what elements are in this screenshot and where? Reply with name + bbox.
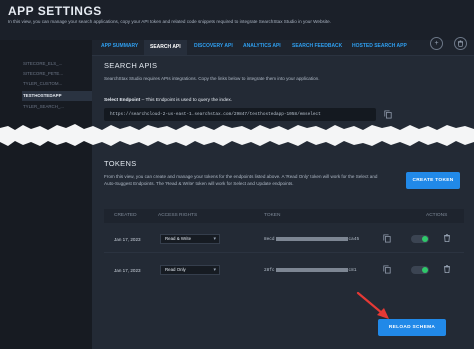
- tab-search-feedback[interactable]: SEARCH FEEDBACK: [292, 43, 342, 49]
- search-apis-description: SearchStax Studio requires APIs integrat…: [104, 76, 320, 81]
- token-row-2-access-select[interactable]: Read Only ▾: [160, 265, 220, 275]
- tokens-description: From this view, you can create and manag…: [104, 174, 378, 186]
- endpoint-url-field[interactable]: https://searchcloud-2-us-east-1.searchst…: [104, 108, 376, 121]
- page-subtitle: In this view, you can manage your search…: [8, 19, 331, 24]
- token-row-2-created: Jan 17, 2023: [114, 268, 141, 273]
- toggle-knob: [422, 267, 428, 273]
- plus-icon: +: [434, 40, 439, 47]
- token-row-2-access-value: Read Only: [165, 267, 186, 272]
- trash-icon[interactable]: [443, 233, 451, 243]
- sidebar: SITECORE_ELS_... SITECORE_PETE... TYLER_…: [0, 40, 92, 349]
- annotation-arrow: [356, 291, 389, 319]
- endpoint-label-strong: Select Endpoint: [104, 98, 141, 103]
- reload-schema-button[interactable]: RELOAD SCHEMA: [378, 319, 446, 336]
- tab-analytics-api[interactable]: ANALYTICS API: [243, 43, 281, 49]
- token-row-1-start: 8ecd: [264, 237, 275, 243]
- chevron-down-icon: ▾: [213, 267, 216, 273]
- token-row-1-end: ca45: [348, 237, 360, 243]
- tokens-title: TOKENS: [104, 159, 137, 168]
- sidebar-item-testhostedapp[interactable]: TESTHOSTEDAPP: [22, 91, 92, 101]
- delete-app-button[interactable]: [454, 37, 467, 50]
- column-access-rights: ACCESS RIGHTS: [158, 213, 198, 218]
- chevron-down-icon: ▾: [213, 236, 216, 242]
- endpoint-label-note: – This Endpoint is used to query the ind…: [140, 98, 233, 103]
- row-divider: [104, 252, 464, 253]
- tab-search-api[interactable]: SEARCH API: [144, 40, 187, 55]
- column-actions: ACTIONS: [426, 213, 448, 218]
- sidebar-item-sitecore-els[interactable]: SITECORE_ELS_...: [22, 59, 92, 69]
- add-app-button[interactable]: +: [430, 37, 443, 50]
- copy-token-icon[interactable]: [383, 234, 391, 243]
- token-row-2-start: 28fc: [264, 268, 275, 274]
- token-row-2-end: c81: [348, 268, 357, 274]
- sidebar-item-sitecore-pete[interactable]: SITECORE_PETE...: [22, 69, 92, 79]
- search-apis-title: SEARCH APIS: [104, 61, 158, 70]
- sidebar-item-tyler-search[interactable]: TYLER_SEARCH_...: [22, 102, 92, 112]
- column-created: CREATED: [114, 213, 137, 218]
- token-row-1-value: 8ecd ca45: [264, 237, 359, 242]
- tab-bar: APP SUMMARY SEARCH API DISCOVERY API ANA…: [92, 40, 474, 56]
- copy-token-icon[interactable]: [383, 265, 391, 274]
- token-row-1-toggle[interactable]: [411, 235, 429, 243]
- token-row-2-value: 28fc c81: [264, 268, 356, 273]
- create-token-button[interactable]: CREATE TOKEN: [406, 172, 460, 189]
- tab-hosted-search-app[interactable]: HOSTED SEARCH APP: [352, 43, 407, 49]
- page-title: APP SETTINGS: [8, 4, 102, 18]
- sidebar-item-tyler-custom[interactable]: TYLER_CUSTOM...: [22, 79, 92, 89]
- copy-endpoint-icon[interactable]: [384, 110, 392, 119]
- tab-app-summary[interactable]: APP SUMMARY: [101, 43, 138, 49]
- tokens-table-header: CREATED ACCESS RIGHTS TOKEN ACTIONS: [104, 209, 464, 223]
- token-row-1-access-value: Read & Write: [165, 236, 192, 241]
- toggle-knob: [422, 236, 428, 242]
- trash-icon[interactable]: [443, 264, 451, 274]
- token-row-2-mask: [275, 268, 348, 272]
- tab-discovery-api[interactable]: DISCOVERY API: [194, 43, 233, 49]
- torn-paper-divider: [0, 124, 474, 146]
- token-row-2-toggle[interactable]: [411, 266, 429, 274]
- token-row-1-access-select[interactable]: Read & Write ▾: [160, 234, 220, 244]
- trash-icon: [458, 40, 463, 47]
- column-token: TOKEN: [264, 213, 281, 218]
- token-row-1-created: Jan 17, 2023: [114, 237, 141, 242]
- token-row-1-mask: [275, 237, 348, 241]
- endpoint-label: Select Endpoint – This Endpoint is used …: [104, 98, 232, 103]
